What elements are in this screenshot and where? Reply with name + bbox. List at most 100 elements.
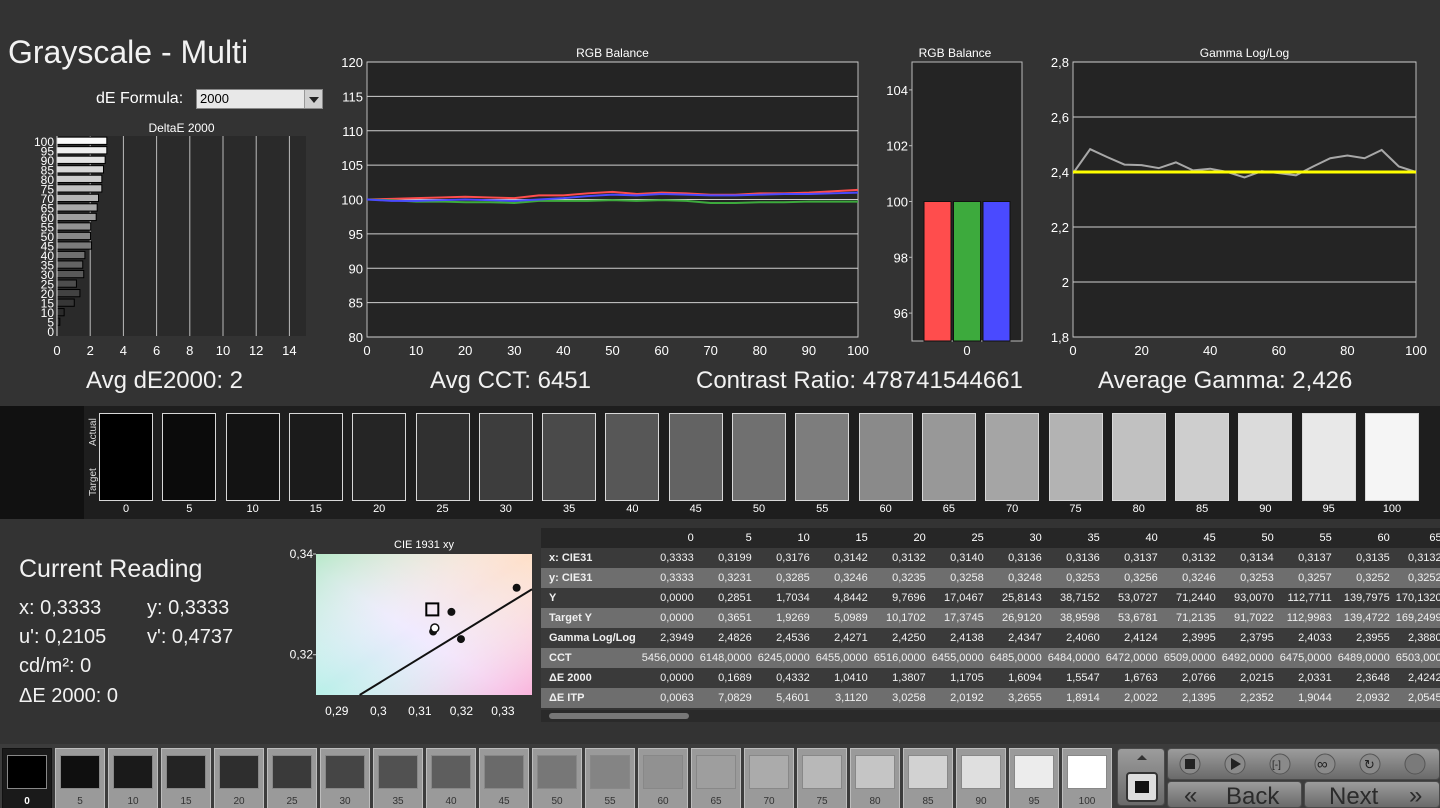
stop-button[interactable]	[1179, 753, 1201, 775]
patch-button[interactable]: 55	[585, 748, 635, 808]
table-cell: 10,1702	[873, 608, 932, 628]
cie-chart: CIE 1931 xy 0,29 0,3 0,31 0,32 0,33 0,32 0,34	[290, 539, 533, 718]
current-de: ΔE 2000: 0	[19, 685, 118, 707]
patch-label: 25	[286, 796, 298, 807]
table-cell: 7,0829	[699, 688, 758, 708]
patch-button[interactable]: 45	[479, 748, 529, 808]
swatch-label: 0	[122, 503, 130, 515]
rgb-line-x-tick: 20	[458, 343, 472, 358]
patch-button[interactable]: 90	[956, 748, 1006, 808]
table-cell: 169,2499	[1395, 608, 1440, 628]
table-row-header: x: CIE31	[541, 548, 642, 568]
table-cell: 5,4601	[757, 688, 816, 708]
table-cell: 2,0331	[1279, 668, 1338, 688]
table-cell: 6509,0000	[1163, 648, 1222, 668]
rgb-line-x-tick: 60	[654, 343, 668, 358]
rgb-line-y-tick: 110	[342, 124, 363, 139]
table-cell: 0,3248	[989, 568, 1048, 588]
patch-button[interactable]: 85	[903, 748, 953, 808]
patch-button[interactable]: 20	[214, 748, 264, 808]
deltae-x-tick: 10	[216, 343, 230, 358]
table-cell: 2,3648	[1337, 668, 1396, 688]
table-cell: 0,3253	[1221, 568, 1280, 588]
rgb-line-x-tick: 80	[753, 343, 767, 358]
grayscale-swatch	[605, 413, 660, 501]
table-cell: 3,2655	[989, 688, 1048, 708]
patch-label: 85	[922, 796, 934, 807]
patch-button[interactable]: 5	[55, 748, 105, 808]
patch-button[interactable]: 95	[1009, 748, 1059, 808]
table-cell: 2,0022	[1105, 688, 1164, 708]
table-row: x: CIE31 0,3333 0,3199 0,3176 0,3142 0,3132 0,…	[541, 548, 1440, 568]
patch-color	[219, 755, 259, 789]
actual-label: Actual	[88, 418, 99, 446]
grayscale-swatch	[1175, 413, 1230, 501]
table-cell: 6503,000	[1395, 648, 1440, 668]
table-cell: 0,3253	[1047, 568, 1106, 588]
grayscale-swatch	[985, 413, 1040, 501]
step-button[interactable]: [-]	[1269, 753, 1291, 775]
table-cell: 2,4033	[1279, 628, 1338, 648]
rgb-line-y-tick: 120	[341, 55, 363, 70]
table-cell: 0,3246	[815, 568, 874, 588]
cie-x-tick: 0,32	[450, 704, 474, 718]
rgb-line-y-tick: 90	[349, 261, 363, 276]
patch-button[interactable]: 10	[108, 748, 158, 808]
patch-color	[60, 755, 100, 789]
table-cell: 0,0000	[641, 608, 700, 628]
table-column-header: 15	[815, 528, 874, 548]
table-row: ΔE 2000 0,0000 0,1689 0,4332 1,0410 1,3807 1,1…	[541, 668, 1440, 688]
patch-button[interactable]: 80	[850, 748, 900, 808]
patch-color	[1067, 755, 1107, 789]
gamma-y-tick: 2	[1062, 275, 1069, 290]
gamma-plot-area	[1072, 61, 1417, 338]
table-cell: 17,0467	[931, 588, 990, 608]
scrollbar-thumb[interactable]	[549, 713, 689, 719]
swatch-label: 5	[186, 503, 193, 515]
patch-button[interactable]: 75	[797, 748, 847, 808]
table-cell: 71,2135	[1163, 608, 1222, 628]
table-cell: 26,9120	[989, 608, 1048, 628]
table-cell: 53,0727	[1105, 588, 1164, 608]
patch-color	[696, 755, 736, 789]
table-cell: 9,7696	[873, 588, 932, 608]
table-cell: 38,7152	[1047, 588, 1106, 608]
patch-button[interactable]: 0	[2, 748, 52, 808]
rgb-line-title: RGB Balance	[576, 46, 649, 60]
patch-button[interactable]: 40	[426, 748, 476, 808]
table-cell: 93,0070	[1221, 588, 1280, 608]
patch-button[interactable]: 65	[691, 748, 741, 808]
table-cell: 1,1705	[931, 668, 990, 688]
table-row-header: ΔE 2000	[541, 668, 642, 688]
table-cell: 2,4826	[699, 628, 758, 648]
deltae-x-tick: 8	[186, 343, 193, 358]
patch-button[interactable]: 70	[744, 748, 794, 808]
patch-button[interactable]: 100	[1062, 748, 1112, 808]
patch-button[interactable]: 15	[161, 748, 211, 808]
patch-color	[325, 755, 365, 789]
table-cell: 2,4242	[1395, 668, 1440, 688]
patch-button[interactable]: 60	[638, 748, 688, 808]
table-scrollbar[interactable]	[541, 710, 1440, 722]
next-button[interactable]: Next »	[1304, 781, 1440, 808]
patch-button[interactable]: 25	[267, 748, 317, 808]
table-cell: 112,7711	[1279, 588, 1338, 608]
table-cell: 0,3134	[1221, 548, 1280, 568]
table-cell: 1,7034	[757, 588, 816, 608]
patch-color	[802, 755, 842, 789]
deltae-bar	[56, 165, 104, 174]
record-button[interactable]	[1404, 753, 1426, 775]
table-column-header: 40	[1105, 528, 1164, 548]
up-down-control[interactable]	[1117, 748, 1165, 806]
play-button[interactable]	[1224, 753, 1246, 775]
deltae-bar	[56, 146, 108, 155]
table-column-header: 10	[757, 528, 816, 548]
refresh-icon[interactable]: ↻	[1359, 753, 1381, 775]
back-label: Back	[1226, 783, 1280, 808]
loop-icon[interactable]: ∞	[1314, 753, 1336, 775]
patch-button[interactable]: 30	[320, 748, 370, 808]
table-cell: 0,3235	[873, 568, 932, 588]
patch-button[interactable]: 35	[373, 748, 423, 808]
back-button[interactable]: « Back	[1167, 781, 1302, 808]
patch-button[interactable]: 50	[532, 748, 582, 808]
